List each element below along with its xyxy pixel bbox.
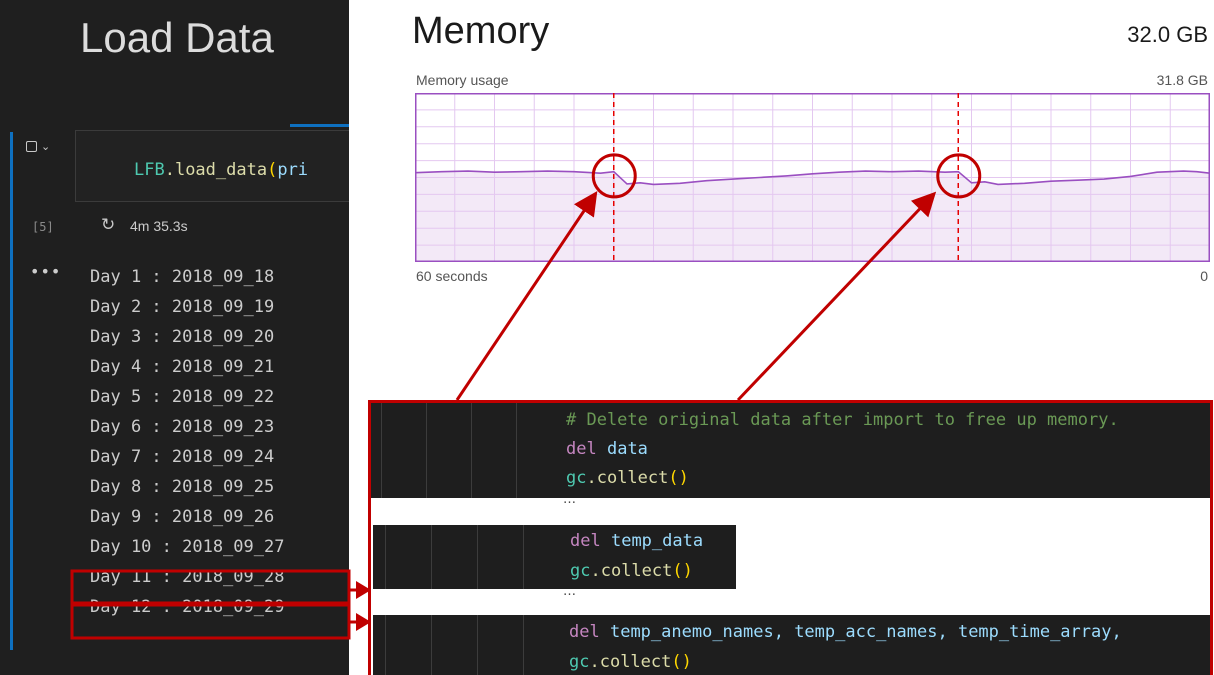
chevron-down-icon[interactable]: ⌄ [41, 140, 50, 153]
code-line[interactable]: LFB.load_data(pri [134, 160, 308, 180]
cell-focus-bar [10, 132, 13, 250]
indent-guide [385, 525, 386, 589]
execution-time: 4m 35.3s [130, 218, 188, 234]
output-line: Day 8 : 2018_09_25 [90, 477, 275, 497]
memory-usage-label: Memory usage [416, 72, 509, 88]
output-line: Day 9 : 2018_09_26 [90, 507, 275, 527]
code-line: gc.collect() [570, 559, 693, 583]
code-variable: data [606, 439, 648, 459]
code-method: .load_data [164, 160, 268, 180]
execution-count: [5] [32, 220, 54, 234]
code-paren: () [672, 561, 693, 581]
active-tab-indicator [290, 124, 349, 127]
ellipsis-icon[interactable]: ••• [30, 262, 61, 281]
snippet-block-1: # Delete original data after import to f… [371, 403, 1210, 498]
output-focus-bar [10, 250, 13, 650]
code-paren: ( [267, 160, 278, 180]
output-line: Day 10 : 2018_09_27 [90, 537, 285, 557]
notebook-panel: Load Data ⌄ LFB.load_data(pri [5] ↻ 4m 3… [0, 0, 349, 675]
indent-guide [381, 403, 382, 498]
code-line: gc.collect() [566, 466, 689, 490]
output-line: Day 6 : 2018_09_23 [90, 417, 275, 437]
code-object: gc [566, 468, 587, 488]
code-variable: temp_data [610, 531, 704, 551]
code-line: del temp_anemo_names, temp_acc_names, te… [569, 620, 1122, 644]
output-line: Day 11 : 2018_09_28 [90, 567, 285, 587]
code-arg: pri [277, 160, 309, 180]
notebook-title: Load Data [80, 14, 274, 61]
refresh-icon[interactable]: ↻ [101, 215, 115, 235]
code-method: .collect [589, 652, 672, 672]
code-keyword: del [570, 531, 601, 551]
code-snippets: # Delete original data after import to f… [368, 400, 1213, 675]
memory-title: Memory [412, 10, 550, 52]
output-line: Day 3 : 2018_09_20 [90, 327, 275, 347]
checkbox-icon[interactable] [26, 140, 37, 152]
code-paren: () [671, 652, 692, 672]
output-line: Day 12 : 2018_09_29 [90, 597, 285, 617]
indent-guide [426, 403, 427, 498]
snippet-block-3: del temp_anemo_names, temp_acc_names, te… [373, 615, 1210, 675]
memory-usage-chart [415, 93, 1210, 262]
code-variable: temp_anemo_names, temp_acc_names, temp_t… [609, 622, 1122, 642]
indent-guide [431, 615, 432, 675]
output-line: Day 5 : 2018_09_22 [90, 387, 275, 407]
code-line: del data [566, 437, 648, 461]
code-method: .collect [586, 468, 669, 488]
code-line: del temp_data [570, 529, 703, 553]
output-line: Day 4 : 2018_09_21 [90, 357, 275, 377]
indent-guide [477, 525, 478, 589]
code-object: gc [569, 652, 590, 672]
code-object: gc [570, 561, 591, 581]
indent-guide [431, 525, 432, 589]
ellipsis-text: … [563, 584, 576, 599]
indent-guide [477, 615, 478, 675]
code-method: .collect [590, 561, 673, 581]
code-object: LFB [134, 160, 165, 180]
indent-guide [523, 525, 524, 589]
output-line: Day 1 : 2018_09_18 [90, 267, 275, 287]
snippet-block-2: del temp_data gc.collect() [373, 525, 736, 589]
indent-guide [523, 615, 524, 675]
code-line: gc.collect() [569, 650, 692, 674]
x-axis-left-label: 60 seconds [416, 268, 488, 284]
x-axis-right-label: 0 [1200, 268, 1208, 284]
code-keyword: del [566, 439, 597, 459]
memory-usage-max: 31.8 GB [1156, 72, 1208, 88]
output-line: Day 7 : 2018_09_24 [90, 447, 275, 467]
cell-toggle[interactable]: ⌄ [26, 138, 50, 154]
code-paren: () [668, 468, 689, 488]
cell-output: Day 1 : 2018_09_18 Day 2 : 2018_09_19 Da… [90, 262, 284, 622]
output-line: Day 2 : 2018_09_19 [90, 297, 275, 317]
indent-guide [471, 403, 472, 498]
code-comment: # Delete original data after import to f… [566, 410, 1119, 430]
code-line: # Delete original data after import to f… [566, 408, 1119, 432]
code-keyword: del [569, 622, 600, 642]
indent-guide [516, 403, 517, 498]
indent-guide [385, 615, 386, 675]
ellipsis-text: … [563, 492, 576, 507]
memory-total: 32.0 GB [1127, 22, 1208, 47]
